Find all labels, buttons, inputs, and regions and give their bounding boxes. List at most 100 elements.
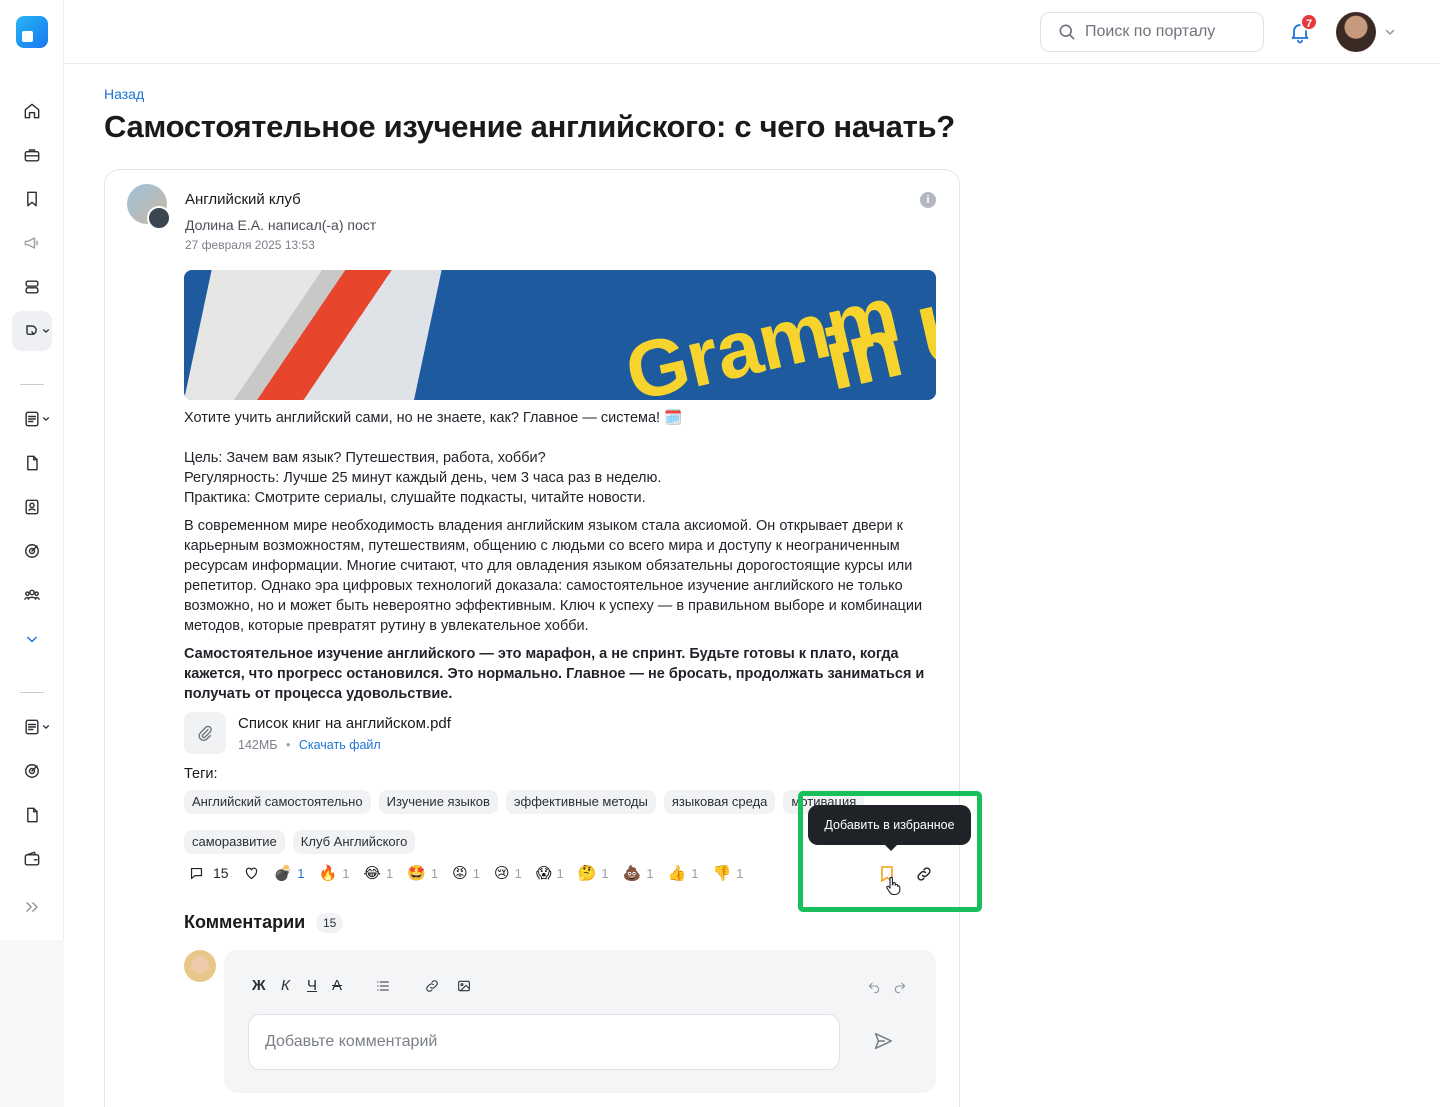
comment-count: 15	[213, 865, 229, 881]
reaction-count: 1	[385, 865, 394, 881]
redo-button[interactable]	[892, 978, 908, 998]
contacts-icon[interactable]	[12, 487, 52, 527]
tag[interactable]: языковая среда	[663, 790, 776, 814]
undo-button[interactable]	[866, 978, 882, 998]
post-cover-image: Gramm in Us	[184, 270, 936, 400]
wallet-icon[interactable]	[12, 839, 52, 879]
reaction-count: 1	[601, 865, 609, 881]
target-icon[interactable]	[12, 751, 52, 791]
target-icon[interactable]	[12, 531, 52, 571]
notification-badge: 7	[1300, 13, 1319, 31]
author-line: Долина Е.А. написал(-а) пост	[185, 217, 377, 233]
post-bold-paragraph: Самостоятельное изучение английского — э…	[184, 646, 925, 702]
reaction-laugh[interactable]: 😂 1	[363, 864, 393, 882]
reaction-count: 1	[736, 865, 744, 881]
reaction-sad[interactable]: 😢 1	[494, 864, 522, 882]
thinking-icon: 🤔	[577, 865, 597, 882]
back-link[interactable]: Назад	[104, 86, 144, 102]
chevron-down-icon[interactable]	[1384, 26, 1396, 38]
post-goal: Цель: Зачем вам язык? Путешествия, работ…	[184, 450, 546, 466]
portal-search[interactable]	[1040, 12, 1264, 52]
reaction-bomb[interactable]: 💣 1	[274, 864, 305, 882]
insert-link-button[interactable]	[424, 978, 440, 998]
reaction-count: 1	[691, 865, 699, 881]
post-card: Английский клуб Долина Е.А. написал(-а) …	[104, 169, 982, 1107]
bold-button[interactable]: Ж	[252, 977, 266, 994]
reaction-poop[interactable]: 💩 1	[623, 864, 654, 882]
meta-separator: •	[285, 738, 291, 752]
list-button[interactable]	[371, 978, 395, 998]
tag[interactable]: Клуб Английского	[292, 830, 416, 854]
reaction-count: 1	[556, 865, 564, 881]
comment-input[interactable]	[248, 1014, 840, 1070]
clubs-icon[interactable]	[12, 311, 52, 351]
underline-button[interactable]: Ч	[307, 977, 317, 994]
reaction-thumbs-up[interactable]: 👍 1	[668, 864, 699, 882]
news-icon[interactable]	[12, 399, 52, 439]
reaction-count: 1	[342, 865, 350, 881]
post-date: 27 февраля 2025 13:53	[185, 238, 315, 252]
hand-cursor-icon	[886, 876, 901, 896]
tag[interactable]: Изучение языков	[378, 790, 498, 814]
strikethrough-button[interactable]: А	[332, 977, 342, 994]
club-name[interactable]: Английский клуб	[185, 191, 301, 208]
like-button[interactable]	[243, 865, 260, 882]
portal-logo[interactable]	[16, 16, 48, 48]
user-avatar[interactable]	[1336, 12, 1376, 52]
chevron-down-icon	[42, 329, 50, 333]
search-icon	[1059, 24, 1075, 40]
expand-rail-icon[interactable]	[12, 887, 52, 927]
redo-icon	[894, 982, 906, 994]
undo-icon	[868, 982, 880, 994]
page-title: Самостоятельное изучение английского: с …	[104, 109, 955, 144]
author-avatar[interactable]	[147, 206, 171, 230]
server-icon[interactable]	[12, 267, 52, 307]
reaction-count: 1	[514, 865, 522, 881]
top-bar: 7	[64, 0, 1440, 64]
laugh-icon: 😂	[363, 865, 381, 882]
reaction-angry[interactable]: 😡 1	[452, 864, 480, 882]
bomb-icon: 💣	[273, 865, 293, 882]
left-rail	[0, 0, 64, 940]
reaction-star-eyes[interactable]: 🤩 1	[407, 864, 438, 882]
italic-button[interactable]: К	[281, 977, 290, 994]
news-icon[interactable]	[12, 707, 52, 747]
link-icon	[426, 980, 438, 992]
favorite-tooltip: Добавить в избранное	[808, 805, 971, 851]
file-name[interactable]: Список книг на английском.pdf	[238, 715, 451, 732]
rail-divider	[20, 692, 44, 693]
chevron-down-icon	[42, 417, 50, 421]
insert-image-button[interactable]	[456, 978, 472, 998]
thumbs-down-icon: 👎	[712, 865, 732, 882]
post-regularity: Регулярность: Лучше 25 минут каждый день…	[184, 470, 662, 486]
tag[interactable]: саморазвитие	[184, 830, 285, 854]
tag[interactable]: Английский самостоятельно	[184, 790, 371, 814]
post-practice: Практика: Смотрите сериалы, слушайте под…	[184, 490, 646, 506]
people-icon[interactable]	[12, 575, 52, 615]
document-icon[interactable]	[12, 443, 52, 483]
link-icon[interactable]	[915, 865, 933, 883]
reaction-thinking[interactable]: 🤔 1	[578, 864, 609, 882]
comments-button[interactable]: 15	[188, 865, 229, 882]
briefcase-icon[interactable]	[12, 135, 52, 175]
fire-icon: 🔥	[318, 865, 338, 882]
tag[interactable]: эффективные методы	[505, 790, 656, 814]
image-icon	[458, 980, 470, 992]
send-button[interactable]	[872, 1030, 894, 1057]
bookmark-icon[interactable]	[12, 179, 52, 219]
document-icon[interactable]	[12, 795, 52, 835]
reaction-thumbs-down[interactable]: 👎 1	[713, 864, 744, 882]
reaction-fire[interactable]: 🔥 1	[319, 864, 350, 882]
chevron-down-icon[interactable]	[12, 619, 52, 659]
reaction-scream[interactable]: 😱 1	[536, 864, 564, 882]
file-size: 142МБ	[238, 738, 278, 752]
star-eyes-icon: 🤩	[407, 865, 426, 882]
home-icon[interactable]	[12, 91, 52, 131]
download-file-link[interactable]: Скачать файл	[299, 738, 381, 752]
search-input[interactable]	[1085, 23, 1245, 41]
comments-heading: Комментарии	[184, 912, 306, 932]
megaphone-icon[interactable]	[12, 223, 52, 263]
sad-icon: 😢	[493, 865, 510, 882]
comment-editor: Ж К Ч А	[224, 950, 936, 1093]
info-icon[interactable]: i	[920, 192, 936, 208]
